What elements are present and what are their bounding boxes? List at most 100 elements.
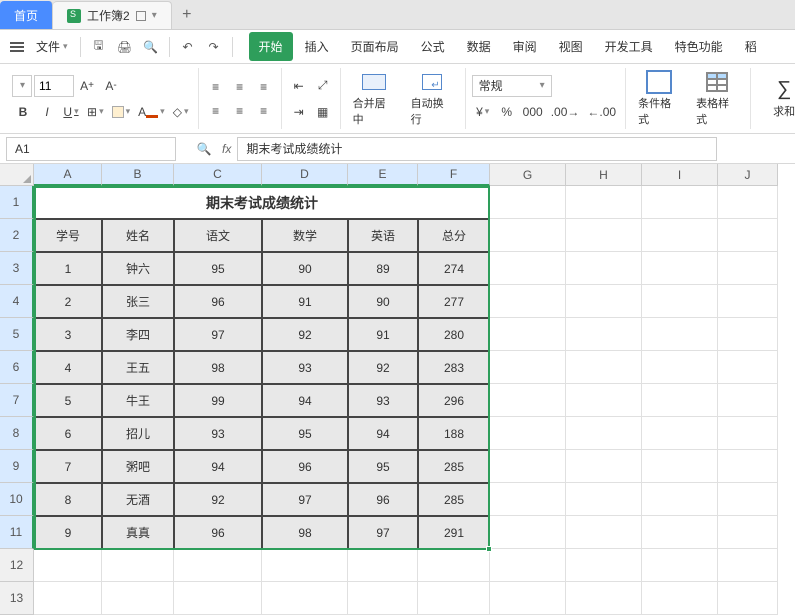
- italic-button[interactable]: I: [36, 101, 58, 123]
- redo-icon[interactable]: ↷: [202, 35, 226, 59]
- data-cell[interactable]: 95: [262, 417, 348, 450]
- tab-start[interactable]: 开始: [249, 32, 293, 61]
- data-cell[interactable]: 94: [262, 384, 348, 417]
- cell[interactable]: [718, 252, 778, 285]
- cell[interactable]: [718, 384, 778, 417]
- data-cell[interactable]: 90: [262, 252, 348, 285]
- data-cell[interactable]: 97: [174, 318, 262, 351]
- column-header[interactable]: E: [348, 164, 418, 186]
- data-cell[interactable]: 90: [348, 285, 418, 318]
- row-header[interactable]: 5: [0, 318, 34, 351]
- data-cell[interactable]: 96: [262, 450, 348, 483]
- data-cell[interactable]: 94: [174, 450, 262, 483]
- data-cell[interactable]: 4: [34, 351, 102, 384]
- cell[interactable]: [642, 351, 718, 384]
- data-cell[interactable]: 188: [418, 417, 490, 450]
- data-cell[interactable]: 王五: [102, 351, 174, 384]
- cell[interactable]: [566, 582, 642, 615]
- cell[interactable]: [490, 318, 566, 351]
- cell[interactable]: [490, 351, 566, 384]
- cell[interactable]: [174, 549, 262, 582]
- tab-view[interactable]: 视图: [549, 32, 593, 61]
- data-cell[interactable]: 94: [348, 417, 418, 450]
- data-cell[interactable]: 9: [34, 516, 102, 549]
- cell[interactable]: [642, 285, 718, 318]
- cell[interactable]: [718, 318, 778, 351]
- cell[interactable]: [490, 516, 566, 549]
- data-cell[interactable]: 招儿: [102, 417, 174, 450]
- cell[interactable]: [718, 351, 778, 384]
- header-cell[interactable]: 学号: [34, 219, 102, 252]
- cell[interactable]: [566, 549, 642, 582]
- data-cell[interactable]: 274: [418, 252, 490, 285]
- cell[interactable]: [490, 285, 566, 318]
- row-header[interactable]: 13: [0, 582, 34, 615]
- tab-menu-icon[interactable]: ▾: [152, 10, 157, 21]
- cell[interactable]: [490, 384, 566, 417]
- undo-icon[interactable]: ↶: [176, 35, 200, 59]
- align-left-icon[interactable]: ≡: [205, 100, 227, 122]
- conditional-format-button[interactable]: 条件格式: [632, 68, 686, 129]
- align-top-icon[interactable]: ≡: [205, 76, 227, 98]
- clear-format-button[interactable]: ◇▾: [170, 101, 192, 123]
- cell[interactable]: [718, 186, 778, 219]
- cell[interactable]: [642, 450, 718, 483]
- data-cell[interactable]: 真真: [102, 516, 174, 549]
- cell[interactable]: [490, 450, 566, 483]
- align-center-icon[interactable]: ≡: [229, 100, 251, 122]
- column-header[interactable]: F: [418, 164, 490, 186]
- data-cell[interactable]: 96: [174, 285, 262, 318]
- row-header[interactable]: 4: [0, 285, 34, 318]
- cell[interactable]: [566, 186, 642, 219]
- cell[interactable]: [566, 219, 642, 252]
- data-cell[interactable]: 296: [418, 384, 490, 417]
- decrease-decimal-icon[interactable]: ←.00: [584, 101, 619, 123]
- data-cell[interactable]: 97: [262, 483, 348, 516]
- align-right-icon[interactable]: ≡: [253, 100, 275, 122]
- data-cell[interactable]: 95: [348, 450, 418, 483]
- cell[interactable]: [718, 219, 778, 252]
- cells-area[interactable]: 期末考试成绩统计学号姓名语文数学英语总分1钟六9590892742张三96919…: [34, 186, 778, 615]
- zoom-out-icon[interactable]: 🔍: [192, 137, 216, 161]
- wrap-text-button[interactable]: 自动换行: [405, 68, 459, 129]
- cell[interactable]: [566, 252, 642, 285]
- data-cell[interactable]: 93: [262, 351, 348, 384]
- tab-special[interactable]: 特色功能: [665, 32, 733, 61]
- cell[interactable]: [642, 516, 718, 549]
- row-header[interactable]: 10: [0, 483, 34, 516]
- row-header[interactable]: 11: [0, 516, 34, 549]
- data-cell[interactable]: 92: [174, 483, 262, 516]
- data-cell[interactable]: 牛王: [102, 384, 174, 417]
- header-cell[interactable]: 英语: [348, 219, 418, 252]
- add-tab-button[interactable]: +: [172, 1, 202, 29]
- print-icon[interactable]: 🖨: [113, 35, 137, 59]
- cell[interactable]: [34, 549, 102, 582]
- data-cell[interactable]: 291: [418, 516, 490, 549]
- column-header[interactable]: G: [490, 164, 566, 186]
- data-cell[interactable]: 6: [34, 417, 102, 450]
- row-header[interactable]: 7: [0, 384, 34, 417]
- data-cell[interactable]: 2: [34, 285, 102, 318]
- cell[interactable]: [642, 582, 718, 615]
- tab-data[interactable]: 数据: [457, 32, 501, 61]
- data-cell[interactable]: 91: [262, 285, 348, 318]
- table-style-button[interactable]: 表格样式: [690, 68, 744, 129]
- align-bottom-icon[interactable]: ≡: [253, 76, 275, 98]
- cell[interactable]: [490, 582, 566, 615]
- cell[interactable]: [718, 285, 778, 318]
- merge-split-icon[interactable]: ▦: [312, 101, 334, 123]
- border-button[interactable]: ⊞▾: [84, 101, 107, 123]
- header-cell[interactable]: 姓名: [102, 219, 174, 252]
- data-cell[interactable]: 285: [418, 450, 490, 483]
- tab-formula[interactable]: 公式: [411, 32, 455, 61]
- title-cell[interactable]: 期末考试成绩统计: [34, 186, 490, 219]
- cell[interactable]: [642, 384, 718, 417]
- percent-icon[interactable]: %: [496, 101, 518, 123]
- data-cell[interactable]: 285: [418, 483, 490, 516]
- cell[interactable]: [102, 549, 174, 582]
- cell[interactable]: [490, 252, 566, 285]
- cell[interactable]: [174, 582, 262, 615]
- column-header[interactable]: I: [642, 164, 718, 186]
- data-cell[interactable]: 95: [174, 252, 262, 285]
- row-header[interactable]: 8: [0, 417, 34, 450]
